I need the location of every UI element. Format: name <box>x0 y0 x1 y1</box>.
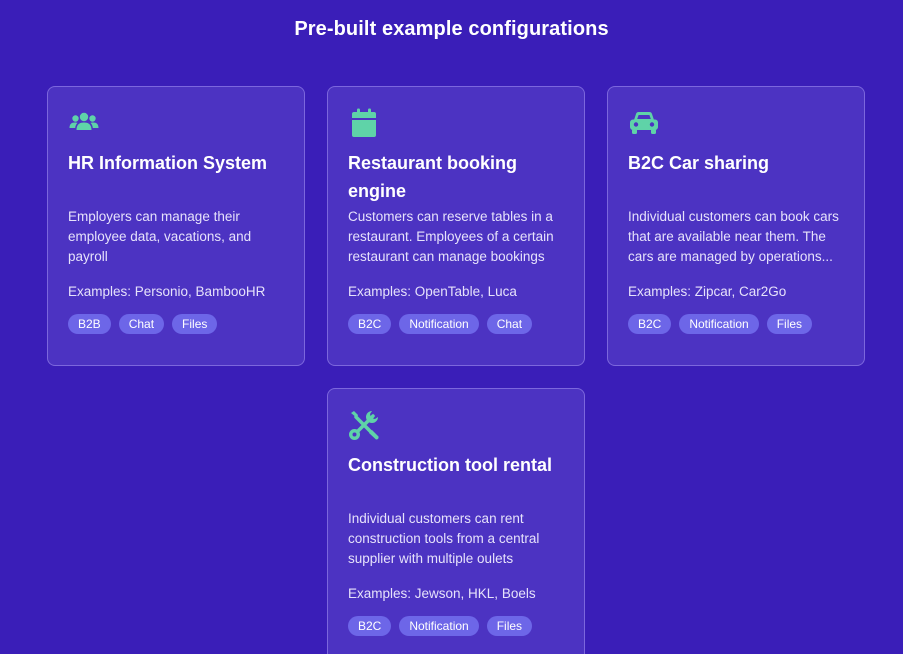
tag: Chat <box>486 314 533 334</box>
tag: B2B <box>68 314 111 334</box>
car-icon <box>628 107 660 139</box>
card-title: HR Information System <box>68 153 268 173</box>
tag: Files <box>486 616 533 636</box>
card-description: Employers can manage their employee data… <box>68 209 252 264</box>
config-card-hr[interactable]: HR Information System Employers can mana… <box>47 86 305 366</box>
tag: Files <box>766 314 813 334</box>
card-description: Individual customers can rent constructi… <box>348 511 540 566</box>
card-title: B2C Car sharing <box>628 153 770 173</box>
card-examples: Examples: OpenTable, Luca <box>348 284 517 299</box>
tag-list: B2C Notification Chat <box>348 314 564 334</box>
tag: B2C <box>628 314 672 334</box>
calendar-icon <box>348 107 380 139</box>
tag: Files <box>172 314 218 334</box>
tag: Notification <box>399 616 479 636</box>
page: Pre-built example configurations HR Info… <box>0 0 903 654</box>
tag: B2C <box>348 314 392 334</box>
card-examples: Examples: Zipcar, Car2Go <box>628 284 787 299</box>
users-icon <box>68 107 100 139</box>
tag-list: B2C Notification Files <box>348 616 564 636</box>
tag: Chat <box>118 314 165 334</box>
card-description: Customers can reserve tables in a restau… <box>348 209 554 264</box>
config-card-car-sharing[interactable]: B2C Car sharing Individual customers can… <box>607 86 865 366</box>
page-title: Pre-built example configurations <box>294 18 609 40</box>
tag-list: B2C Notification Files <box>628 314 844 334</box>
tools-icon <box>348 409 380 441</box>
card-title: Restaurant booking engine <box>348 153 518 201</box>
tag: Notification <box>399 314 479 334</box>
config-card-tool-rental[interactable]: Construction tool rental Individual cust… <box>327 388 585 654</box>
card-examples: Examples: Jewson, HKL, Boels <box>348 586 536 601</box>
card-title: Construction tool rental <box>348 455 552 475</box>
tag-list: B2B Chat Files <box>68 314 284 334</box>
tag: Notification <box>679 314 759 334</box>
card-examples: Examples: Personio, BambooHR <box>68 284 266 299</box>
config-card-restaurant[interactable]: Restaurant booking engine Customers can … <box>327 86 585 366</box>
card-description: Individual customers can book cars that … <box>628 209 839 264</box>
tag: B2C <box>348 616 392 636</box>
